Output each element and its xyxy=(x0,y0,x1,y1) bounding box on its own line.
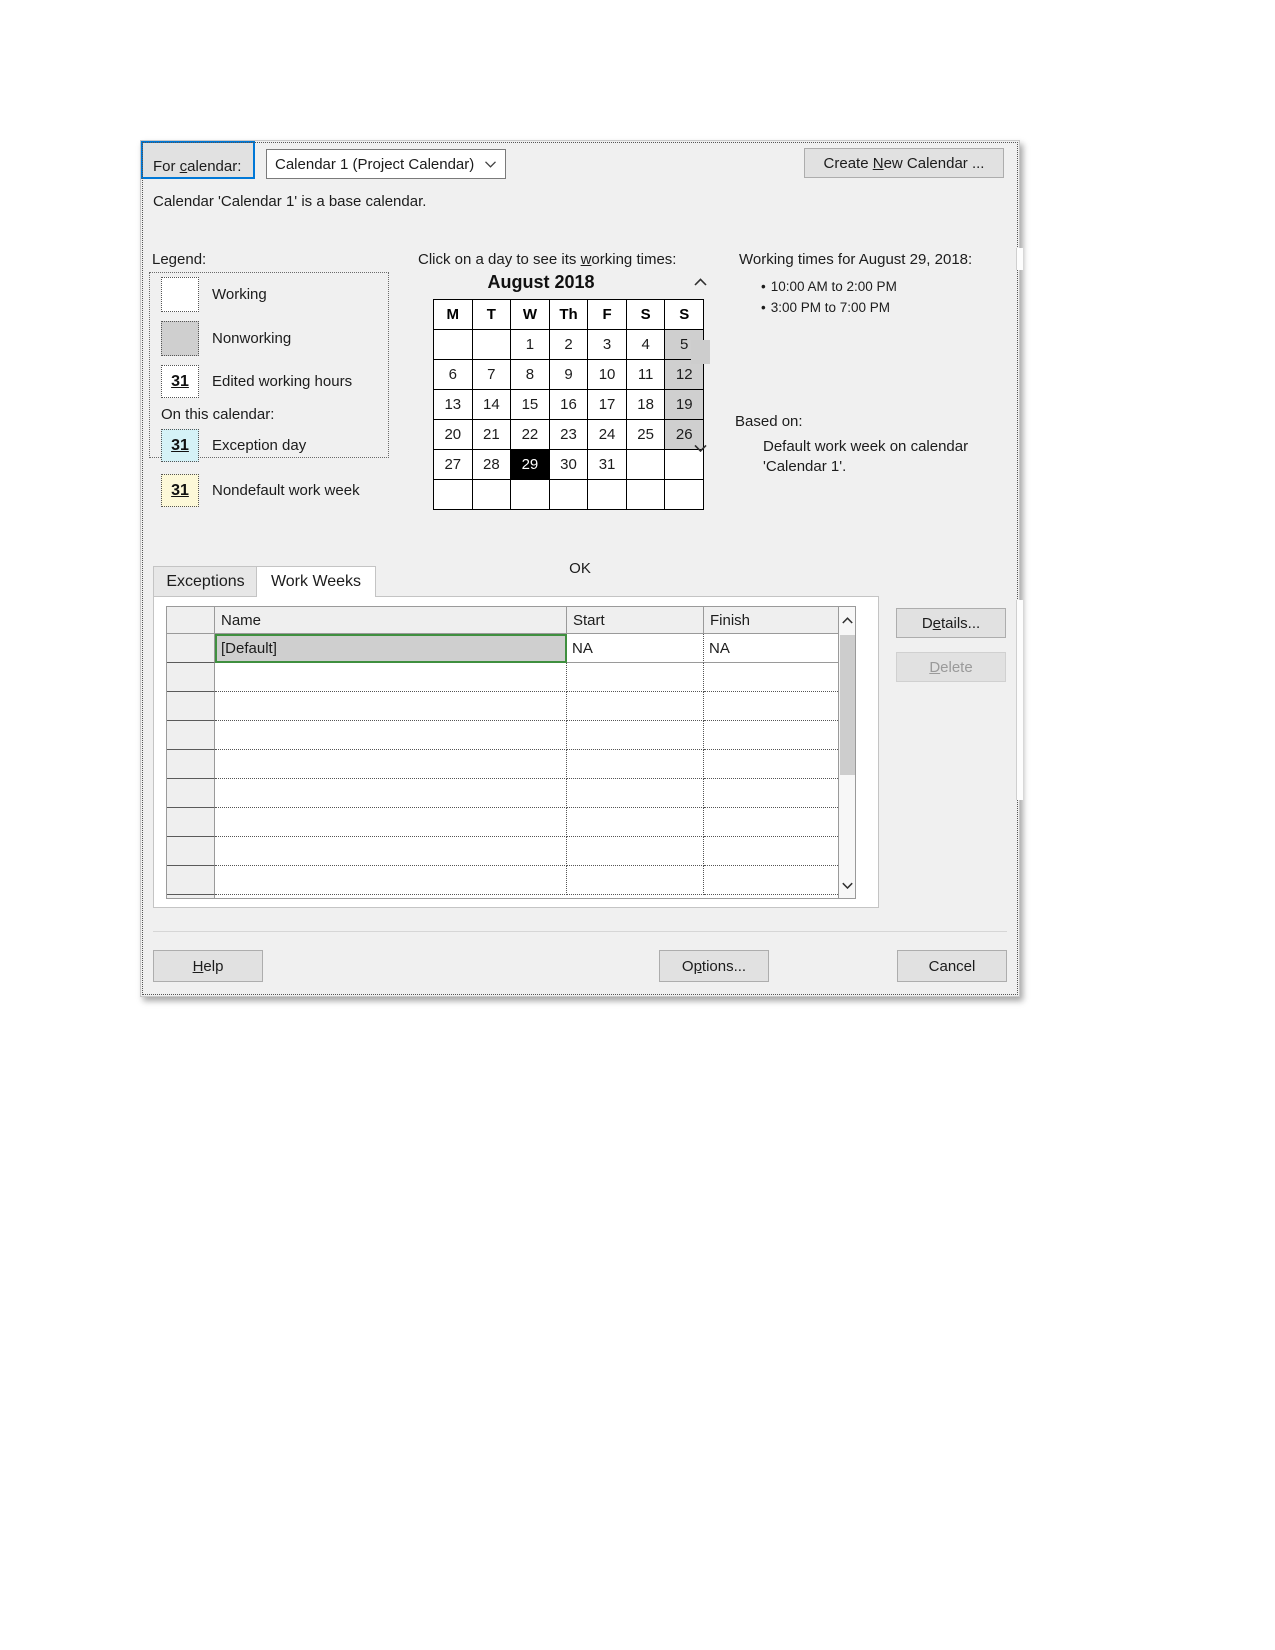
tab-work-weeks[interactable]: Work Weeks xyxy=(256,566,376,597)
window-edge-artifact xyxy=(1016,248,1023,270)
change-working-time-dialog: For calendar: Calendar 1 (Project Calend… xyxy=(140,140,1020,997)
window-edge-artifact xyxy=(1016,600,1023,800)
cancel-button[interactable]: Cancel xyxy=(897,950,1007,982)
tab-work-weeks-label: Work Weeks xyxy=(270,573,362,590)
ok-button[interactable]: OK xyxy=(141,141,1018,995)
